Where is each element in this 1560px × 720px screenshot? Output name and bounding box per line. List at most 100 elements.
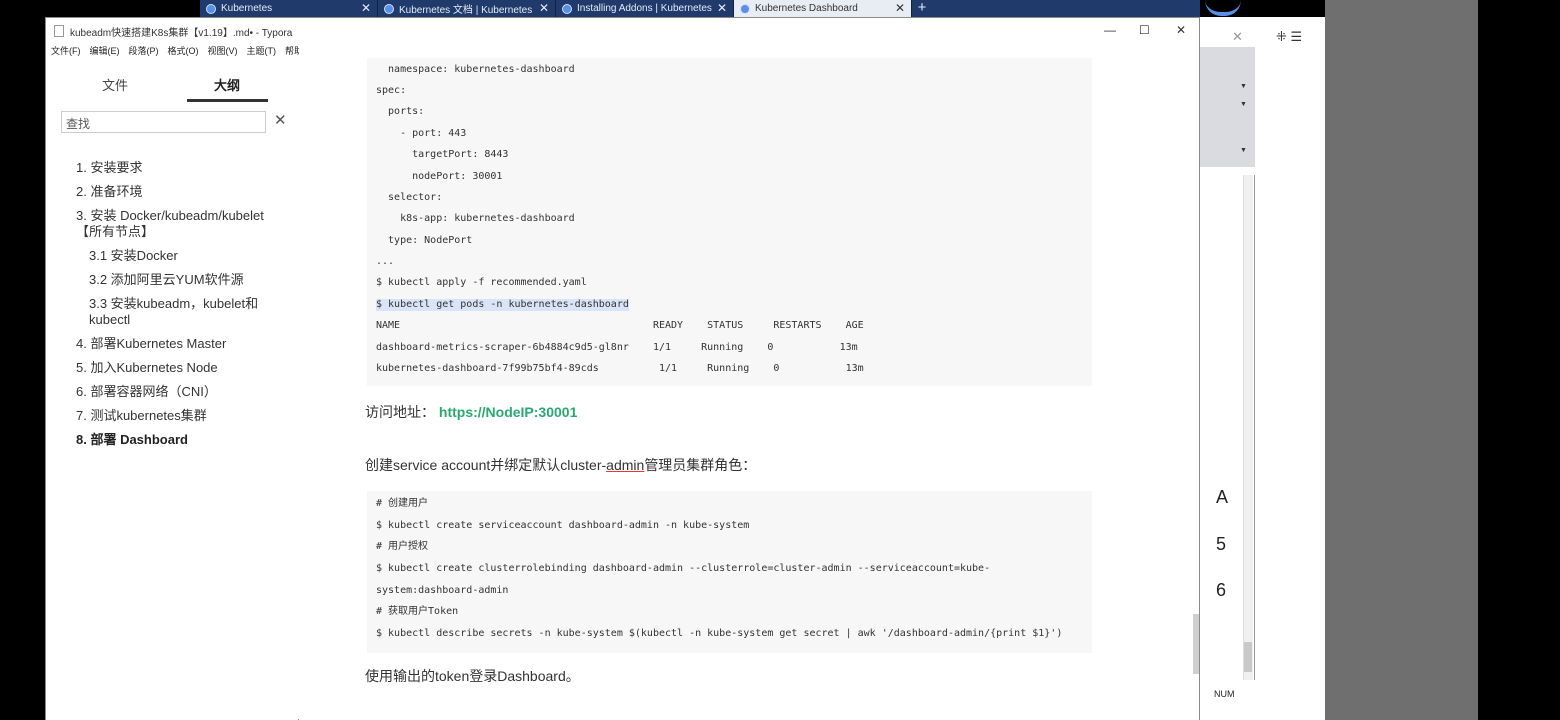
char-a: A xyxy=(1216,487,1229,507)
background-app-window: ✕ ⁜ ☰ ▼ ▼ ▼ A 5 6 NUM xyxy=(1200,17,1325,720)
title-bar: kubeadm快速搭建K8s集群【v1.19】.md• - Typora xyxy=(46,18,1199,44)
para-text: 创建service account并绑定默认cluster- xyxy=(365,457,607,473)
close-tab-icon[interactable]: ✕ xyxy=(361,1,371,15)
browser-tab[interactable]: Kubernetes ✕ xyxy=(200,0,378,17)
code-line: $ kubectl apply -f recommended.yaml xyxy=(376,277,587,288)
code-line: # 获取用户Token xyxy=(376,606,459,617)
chevron-down-icon[interactable]: ▼ xyxy=(1240,147,1247,154)
tab-label: Kubernetes xyxy=(221,3,273,14)
code-line: spec: xyxy=(376,85,407,96)
browser-tab[interactable]: Installing Addons | Kubernetes ✕ xyxy=(556,0,734,17)
scrollbar[interactable] xyxy=(1243,175,1253,680)
code-block[interactable]: namespace: kubernetes-dashboard spec: po… xyxy=(367,58,1092,386)
token-paragraph: 使用输出的token登录Dashboard。 xyxy=(365,668,580,684)
new-tab-button[interactable]: + xyxy=(912,0,932,17)
menu-view[interactable]: 视图(V) xyxy=(208,44,238,57)
outline-item-active[interactable]: 8. 部署 Dashboard xyxy=(76,432,286,448)
close-icon[interactable]: ✕ xyxy=(1232,29,1243,45)
code-line: selector: xyxy=(376,192,443,203)
char-5: 5 xyxy=(1216,534,1227,554)
code-line: ... xyxy=(376,256,395,267)
menu-format[interactable]: 格式(O) xyxy=(168,44,199,57)
num-indicator: NUM xyxy=(1214,689,1235,699)
code-block[interactable]: # 创建用户 $ kubectl create serviceaccount d… xyxy=(367,491,1092,653)
code-line: - port: 443 xyxy=(376,128,467,139)
para-text: 管理员集群角色： xyxy=(644,457,757,473)
code-line-selected: $ kubectl get pods -n kubernetes-dashboa… xyxy=(376,299,629,311)
code-line: # 用户授权 xyxy=(376,541,429,552)
outline-search-input[interactable]: 查找 xyxy=(61,111,266,133)
toolbar-icons[interactable]: ⁜ ☰ xyxy=(1276,29,1302,45)
tab-outline[interactable]: 大纲 xyxy=(214,75,240,94)
service-account-paragraph: 创建service account并绑定默认cluster-admin管理员集群… xyxy=(365,455,756,475)
outline-item[interactable]: 2. 准备环境 xyxy=(76,184,286,200)
maximize-button[interactable]: ☐ xyxy=(1139,23,1150,37)
close-button[interactable]: ✕ xyxy=(1176,23,1186,37)
window-title: kubeadm快速搭建K8s集群【v1.19】.md• - Typora xyxy=(70,27,293,39)
tab-files[interactable]: 文件 xyxy=(102,75,128,94)
outline-item[interactable]: 3. 安装 Docker/kubeadm/kubelet【所有节点】 xyxy=(76,208,286,240)
outline-subitem[interactable]: 3.1 安装Docker xyxy=(76,248,286,264)
tab-label: Installing Addons | Kubernetes xyxy=(577,3,712,14)
browser-tab-active[interactable]: Kubernetes Dashboard ✕ xyxy=(734,0,912,17)
kubernetes-icon xyxy=(740,3,750,14)
desktop-background xyxy=(1325,0,1478,720)
clear-search-icon[interactable]: ✕ xyxy=(274,111,287,129)
chevron-down-icon[interactable]: ▼ xyxy=(1240,101,1247,108)
sidebar-tabs: 文件 大纲 xyxy=(46,64,298,102)
tab-label: Kubernetes 文档 | Kubernetes xyxy=(399,5,533,16)
kubernetes-icon xyxy=(206,3,216,14)
close-tab-icon[interactable]: ✕ xyxy=(717,1,727,15)
scrollbar-thumb[interactable] xyxy=(1244,642,1252,672)
tab-label: Kubernetes Dashboard xyxy=(755,3,858,14)
minimize-button[interactable]: — xyxy=(1104,23,1116,37)
typora-app-icon xyxy=(54,25,64,37)
menu-edit[interactable]: 编辑(E) xyxy=(90,44,120,57)
outline-subitem[interactable]: 3.2 添加阿里云YUM软件源 xyxy=(76,272,286,288)
close-tab-icon[interactable]: ✕ xyxy=(539,1,549,15)
access-label: 访问地址： xyxy=(365,404,435,420)
outline-item[interactable]: 5. 加入Kubernetes Node xyxy=(76,360,286,376)
menu-theme[interactable]: 主题(T) xyxy=(247,44,277,57)
code-line: # 创建用户 xyxy=(376,498,429,509)
code-line: type: NodePort xyxy=(376,235,473,246)
access-paragraph: 访问地址： https://NodeIP:30001 xyxy=(365,402,577,422)
outline-item[interactable]: 6. 部署容器网络（CNI） xyxy=(76,384,286,400)
code-line: $ kubectl create serviceaccount dashboar… xyxy=(376,520,750,531)
active-tab-indicator xyxy=(187,99,268,102)
code-line: dashboard-metrics-scraper-6b4884c9d5-gl8… xyxy=(376,342,858,353)
menu-file[interactable]: 文件(F) xyxy=(51,44,81,57)
kubernetes-icon xyxy=(384,3,394,14)
code-line: kubernetes-dashboard-7f99b75bf4-89cds 1/… xyxy=(376,363,864,374)
screen-border xyxy=(1478,0,1560,720)
code-line: $ kubectl create clusterrolebinding dash… xyxy=(376,563,991,574)
typora-window: kubeadm快速搭建K8s集群【v1.19】.md• - Typora — ☐… xyxy=(45,17,1200,720)
code-line: targetPort: 8443 xyxy=(376,149,509,160)
code-line: nodePort: 30001 xyxy=(376,171,503,182)
menu-paragraph[interactable]: 段落(P) xyxy=(129,44,159,57)
browser-tab[interactable]: Kubernetes 文档 | Kubernetes ✕ xyxy=(378,0,556,17)
outline-item[interactable]: 1. 安装要求 xyxy=(76,160,286,176)
browser-tabbar: Kubernetes ✕ Kubernetes 文档 | Kubernetes ✕ … xyxy=(200,0,1200,17)
code-line: k8s-app: kubernetes-dashboard xyxy=(376,213,575,224)
para-text-underlined: admin xyxy=(606,457,645,473)
code-line: NAME READY STATUS RESTARTS AGE xyxy=(376,320,864,331)
outline-list: 1. 安装要求 2. 准备环境 3. 安装 Docker/kubeadm/kub… xyxy=(76,160,286,456)
char-6: 6 xyxy=(1216,580,1227,600)
close-tab-icon[interactable]: ✕ xyxy=(895,1,905,15)
code-line: namespace: kubernetes-dashboard xyxy=(376,64,575,75)
code-line: ports: xyxy=(376,106,425,117)
sidebar: 文件 大纲 查找 ✕ 1. 安装要求 2. 准备环境 3. 安装 Docker/… xyxy=(46,64,298,720)
editor-content[interactable]: namespace: kubernetes-dashboard spec: po… xyxy=(299,44,1199,720)
outline-item[interactable]: 4. 部署Kubernetes Master xyxy=(76,336,286,352)
menu-bar: 文件(F) 编辑(E) 段落(P) 格式(O) 视图(V) 主题(T) 帮助(H… xyxy=(51,44,316,57)
screen: Kubernetes ✕ Kubernetes 文档 | Kubernetes ✕ … xyxy=(0,0,1560,720)
editor-scrollbar-thumb[interactable] xyxy=(1193,614,1199,674)
chevron-down-icon[interactable]: ▼ xyxy=(1240,83,1247,90)
kubernetes-icon xyxy=(562,3,572,14)
code-line: system:dashboard-admin xyxy=(376,585,509,596)
code-line: $ kubectl describe secrets -n kube-syste… xyxy=(376,628,1063,639)
outline-subitem[interactable]: 3.3 安装kubeadm，kubelet和kubectl xyxy=(76,296,286,328)
outline-item[interactable]: 7. 测试kubernetes集群 xyxy=(76,408,286,424)
access-url-link[interactable]: https://NodeIP:30001 xyxy=(439,404,577,420)
